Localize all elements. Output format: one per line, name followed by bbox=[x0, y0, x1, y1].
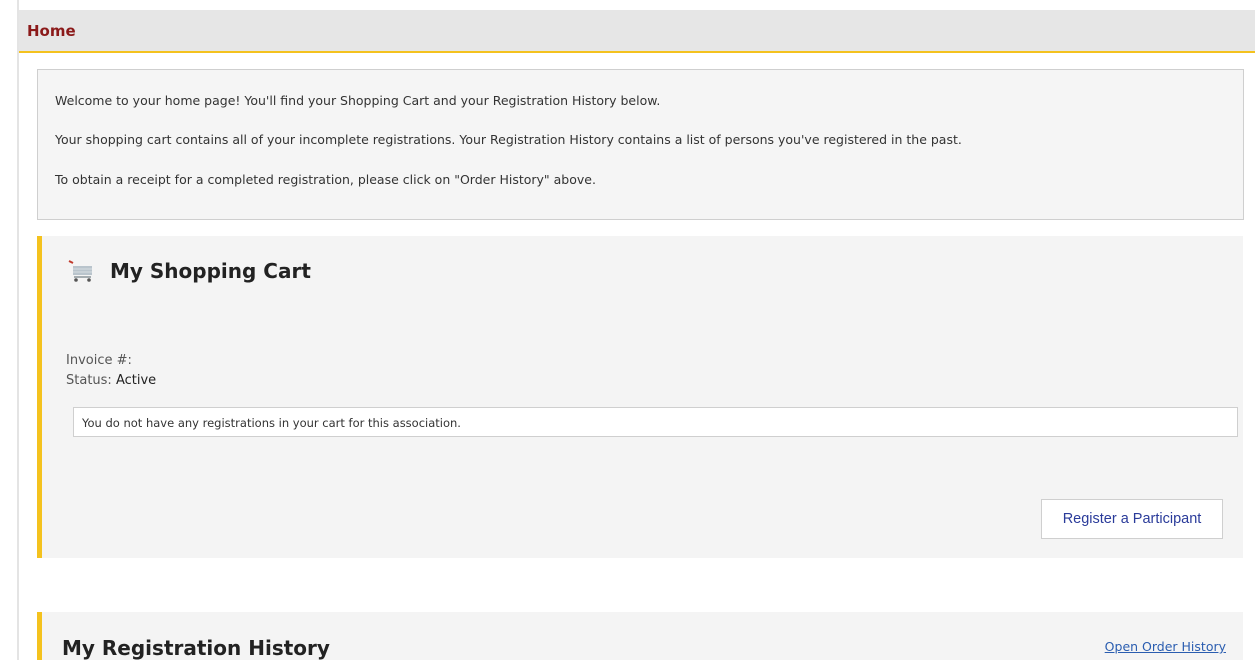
open-order-history-link[interactable]: Open Order History bbox=[1105, 639, 1226, 654]
welcome-box: Welcome to your home page! You'll find y… bbox=[37, 69, 1244, 220]
register-participant-button[interactable]: Register a Participant bbox=[1041, 499, 1223, 539]
cart-empty-message: You do not have any registrations in you… bbox=[73, 407, 1238, 437]
page: Home Welcome to your home page! You'll f… bbox=[0, 0, 1255, 660]
registration-history-title: My Registration History bbox=[62, 636, 330, 660]
shopping-cart-panel: My Shopping Cart Invoice #: Status: Acti… bbox=[37, 236, 1243, 558]
welcome-line-3: To obtain a receipt for a completed regi… bbox=[55, 172, 596, 187]
status-label: Status: bbox=[66, 373, 112, 388]
shopping-cart-title: My Shopping Cart bbox=[110, 259, 311, 283]
invoice-row: Invoice #: bbox=[66, 353, 132, 368]
welcome-line-1: Welcome to your home page! You'll find y… bbox=[55, 93, 661, 108]
left-divider bbox=[17, 0, 19, 660]
shopping-cart-icon bbox=[68, 260, 92, 282]
registration-history-panel: My Registration History Open Order Histo… bbox=[37, 612, 1243, 660]
status-row: Status: Active bbox=[66, 373, 156, 388]
shopping-cart-header: My Shopping Cart bbox=[68, 256, 311, 286]
welcome-line-2: Your shopping cart contains all of your … bbox=[55, 132, 962, 147]
page-header: Home bbox=[19, 10, 1255, 53]
invoice-label: Invoice #: bbox=[66, 353, 132, 368]
page-title: Home bbox=[27, 22, 76, 40]
status-value: Active bbox=[115, 373, 157, 388]
